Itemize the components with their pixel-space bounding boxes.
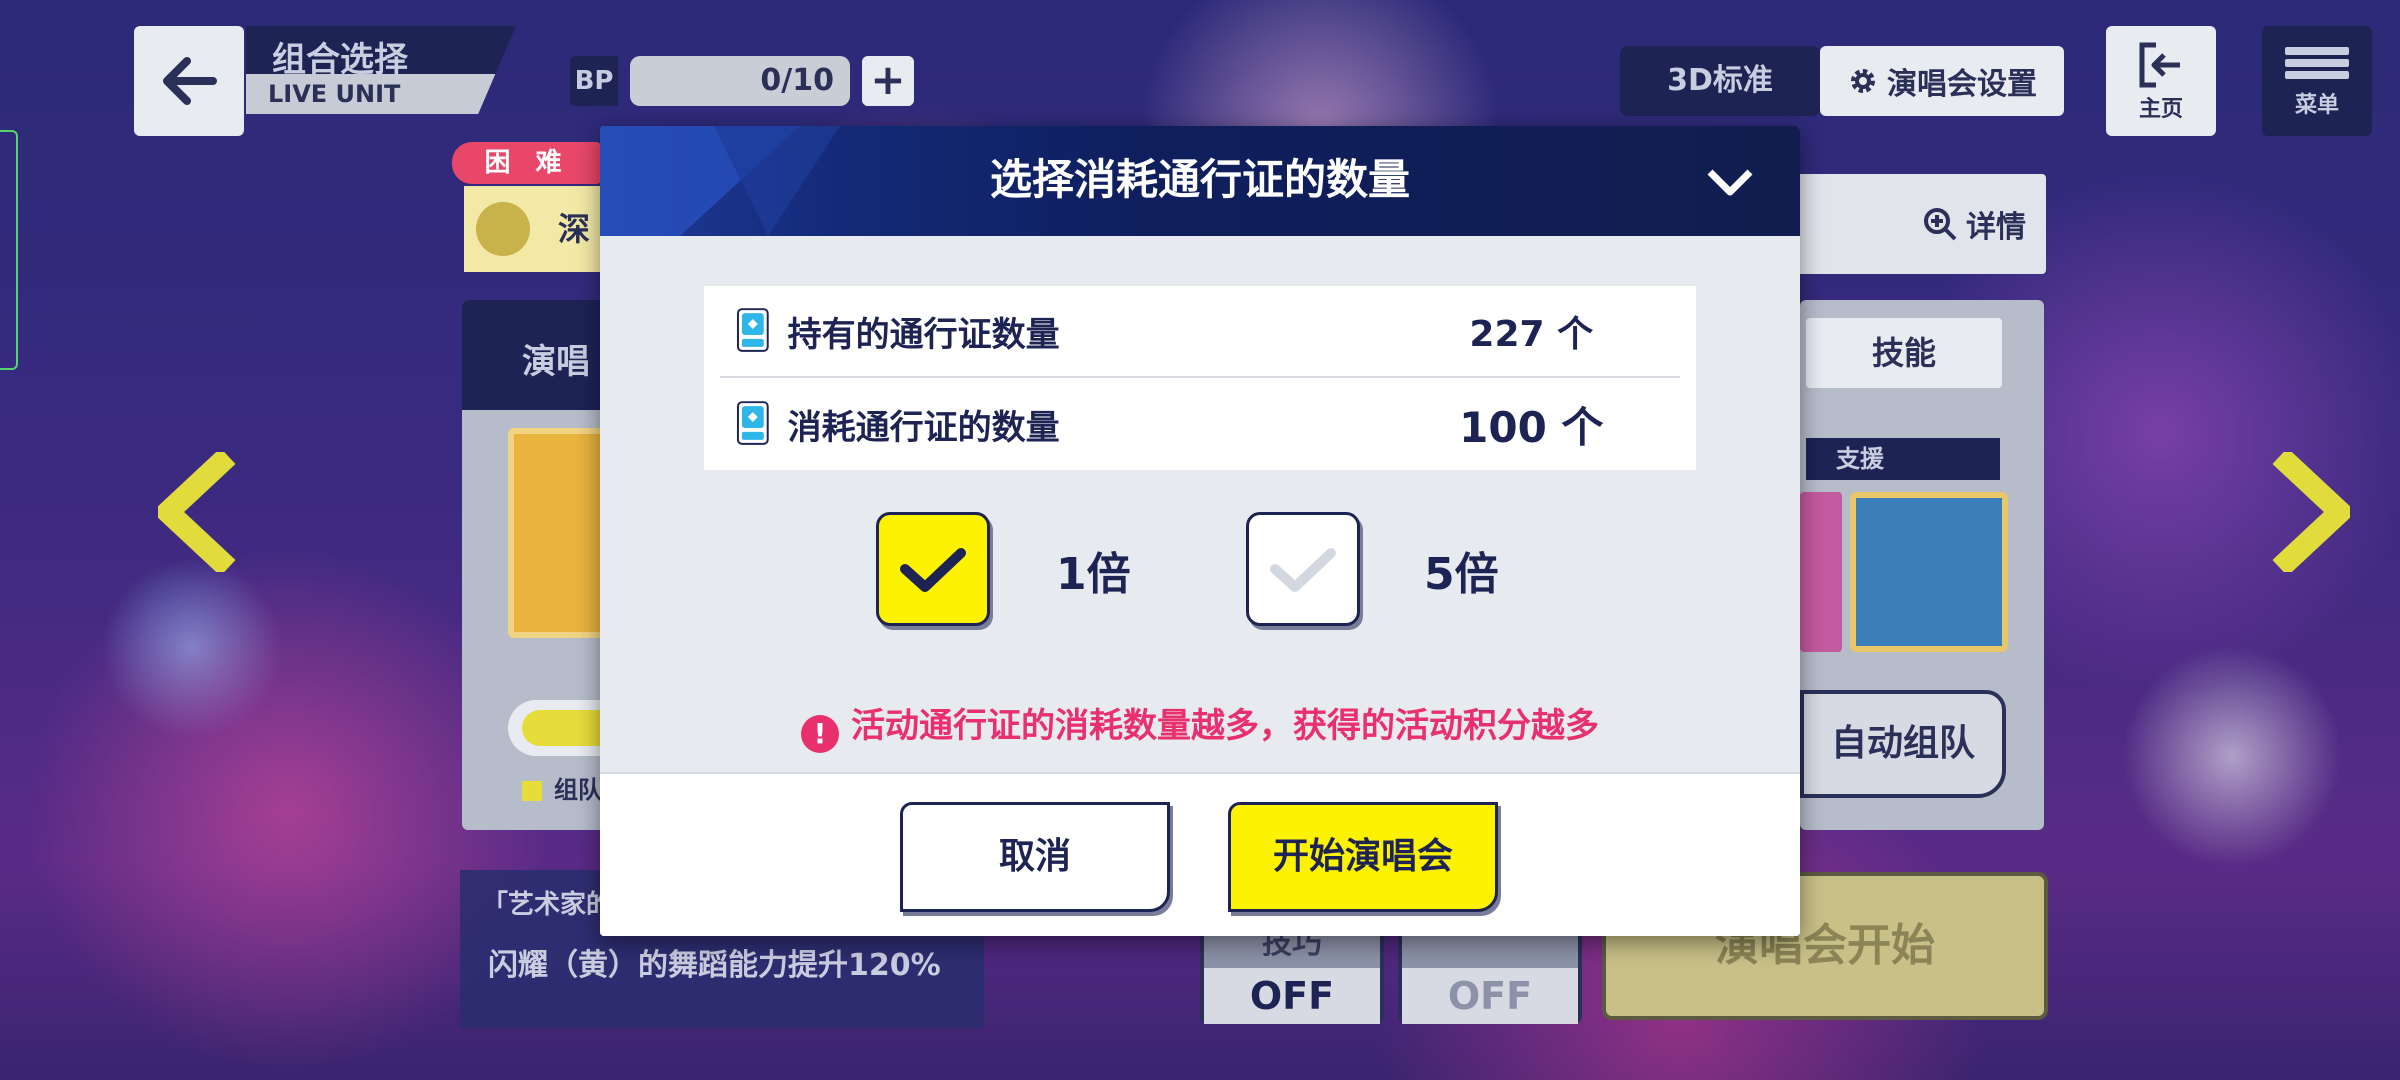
bonus-text: 闪耀（黄）的舞蹈能力提升120% [488, 948, 941, 983]
page-subtitle: LIVE UNIT [246, 74, 496, 114]
difficulty-badge: 困 难 [452, 142, 602, 184]
unit-panel: 演唱 组队 [462, 300, 612, 830]
live-settings-label: 演唱会设置 [1887, 67, 2037, 102]
option-toggle-value: OFF [1402, 968, 1578, 1024]
detail-button[interactable]: 详情 [1796, 174, 2046, 274]
pass-info-box: 持有的通行证数量 227 个 消耗通行证的数量 100 个 [704, 286, 1696, 470]
bp-label: BP [570, 56, 618, 106]
zoom-in-icon [1924, 208, 1957, 241]
song-title: 深 [558, 210, 591, 248]
song-disc-icon [476, 202, 530, 256]
unit-gauge [508, 700, 612, 756]
pass-quantity-dialog: 选择消耗通行证的数量 持有的通行证数量 227 个 消耗通行证的数量 100 个… [600, 126, 1800, 936]
consume-pass-row: 消耗通行证的数量 100 个 [720, 378, 1680, 470]
checkmark-icon [900, 548, 966, 592]
consume-pass-value: 100 个 [1459, 402, 1604, 452]
multiplier-5x-checkbox[interactable] [1246, 512, 1360, 626]
page-title-text: 组合选择 [272, 40, 408, 80]
idol-card[interactable] [508, 428, 612, 638]
bp-add-button[interactable]: + [862, 56, 914, 106]
dialog-title: 选择消耗通行证的数量 [989, 155, 1410, 204]
back-button[interactable] [134, 26, 244, 136]
dialog-header: 选择消耗通行证的数量 [600, 126, 1800, 236]
owned-pass-row: 持有的通行证数量 227 个 [720, 286, 1680, 378]
alert-icon: ! [801, 715, 839, 753]
mode-toggle-button[interactable]: 3D标准 [1620, 46, 1820, 116]
bp-value: 0/10 [630, 56, 850, 106]
chevron-right-icon[interactable] [2270, 452, 2350, 572]
checkmark-icon [1270, 548, 1336, 592]
home-label: 主页 [2138, 97, 2183, 122]
hamburger-icon [2285, 43, 2349, 83]
arrow-left-icon [163, 57, 217, 105]
pass-ticket-icon [736, 401, 769, 445]
pass-ticket-icon [736, 308, 769, 352]
warning-message: ! 活动通行证的消耗数量越多，获得的活动积分越多 [600, 698, 1800, 753]
dialog-footer: 取消 开始演唱会 [600, 772, 1800, 936]
unit-panel-title: 演唱 [462, 300, 612, 410]
skill-toggle-value: OFF [1204, 968, 1380, 1024]
owned-pass-label: 持有的通行证数量 [787, 314, 1060, 355]
bp-counter: BP 0/10 + [570, 56, 920, 106]
unit-legend: 组队 [522, 770, 602, 805]
exit-icon [2139, 42, 2180, 88]
skill-button[interactable]: 技能 [1806, 318, 2002, 388]
multiplier-1x-checkbox[interactable] [876, 512, 990, 626]
song-bar[interactable]: 深 [464, 186, 614, 272]
support-label: 支援 [1806, 438, 2000, 480]
auto-team-button[interactable]: 自动组队 [1800, 690, 2006, 798]
menu-label: 菜单 [2294, 93, 2339, 118]
live-settings-button[interactable]: 演唱会设置 [1820, 46, 2064, 116]
support-card[interactable] [1850, 492, 2008, 652]
bonus-title: 「艺术家的 [482, 890, 613, 920]
home-button[interactable]: 主页 [2106, 26, 2216, 136]
gear-icon [1851, 69, 1875, 93]
support-panel: 技能 支援 自动组队 [1800, 300, 2044, 830]
detail-label: 详情 [1966, 210, 2026, 245]
side-indicator [0, 130, 18, 370]
consume-pass-label: 消耗通行证的数量 [787, 407, 1060, 448]
multiplier-5x-label[interactable]: 5倍 [1424, 538, 1499, 602]
support-card[interactable] [1800, 492, 1842, 652]
cancel-button[interactable]: 取消 [900, 802, 1170, 912]
start-concert-button[interactable]: 开始演唱会 [1228, 802, 1498, 912]
multiplier-1x-label[interactable]: 1倍 [1056, 538, 1131, 602]
menu-button[interactable]: 菜单 [2262, 26, 2372, 136]
owned-pass-value: 227 个 [1469, 314, 1594, 355]
page-title: 组合选择 LIVE UNIT [246, 26, 516, 114]
chevron-left-icon[interactable] [158, 452, 238, 572]
warning-text: 活动通行证的消耗数量越多，获得的活动积分越多 [851, 706, 1599, 746]
chevron-down-icon[interactable] [1704, 160, 1756, 204]
